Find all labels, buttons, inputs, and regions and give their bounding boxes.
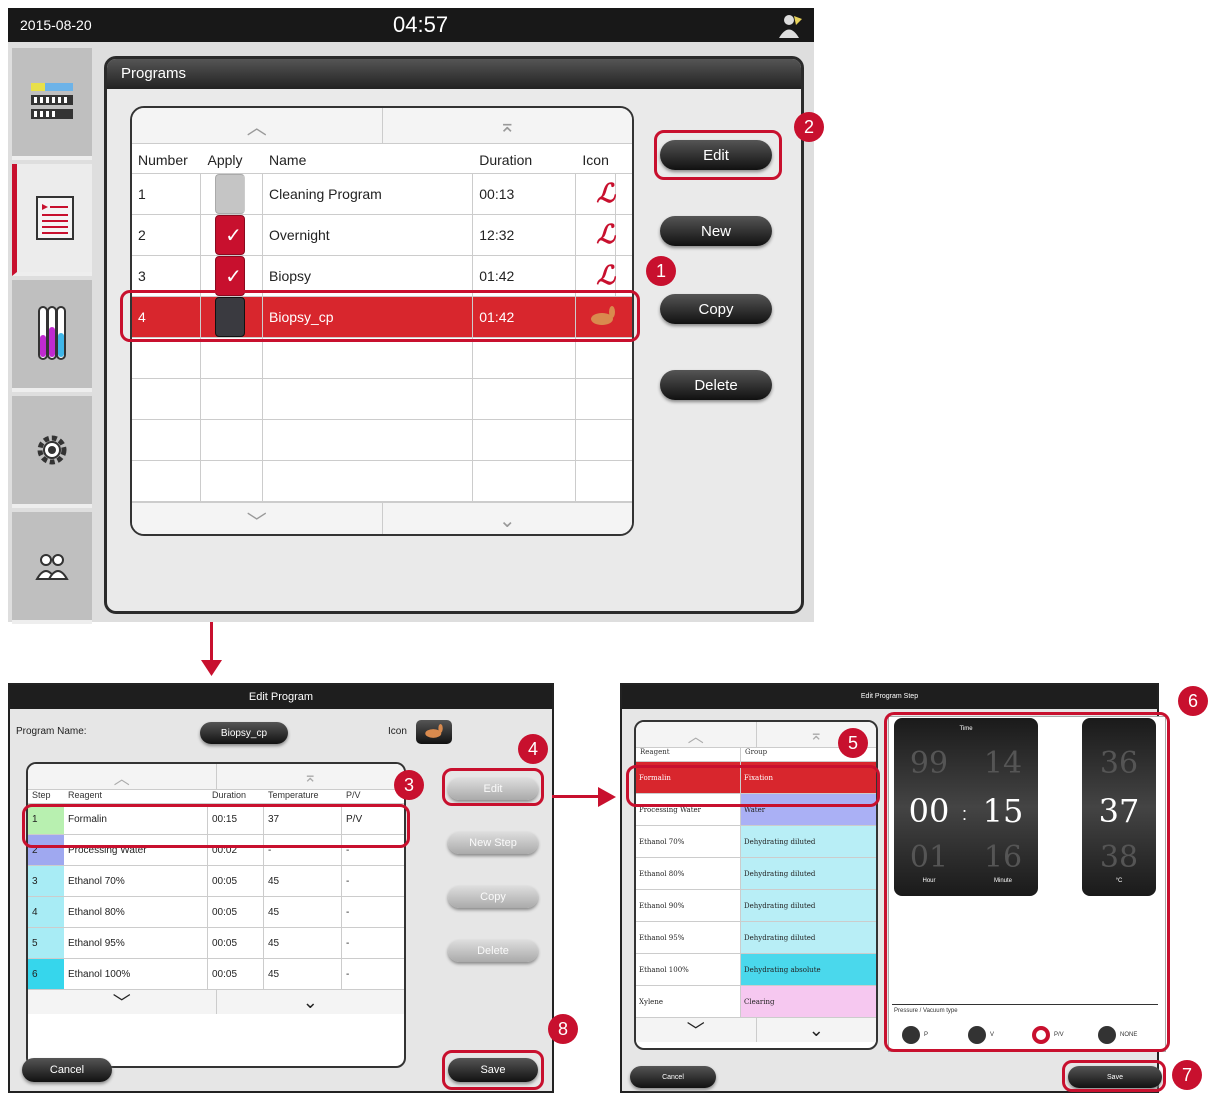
station-status-icon [31, 83, 73, 119]
reagent-bottles-icon [38, 306, 66, 360]
supervisor-user-icon[interactable] [774, 13, 804, 39]
tab-settings[interactable] [12, 396, 92, 508]
rabbit-icon [425, 724, 443, 738]
date-display: 2015-08-20 [20, 17, 92, 33]
clock-display: 04:57 [393, 12, 449, 37]
table-row[interactable]: Ethanol 100% Dehydrating absolute [636, 954, 876, 986]
table-row[interactable]: Xylene Clearing [636, 986, 876, 1018]
highlight-step-1 [22, 804, 410, 848]
tab-status[interactable] [12, 48, 92, 160]
user-group-icon [35, 554, 69, 580]
highlight-selected-program [120, 290, 640, 342]
tab-reagents[interactable] [12, 280, 92, 392]
new-button[interactable]: New [660, 216, 772, 246]
table-row[interactable]: 6 Ethanol 100% 00:05 45 - [28, 959, 404, 990]
apply-checkbox-checked[interactable]: ✓ [215, 215, 246, 255]
highlight-formalin [626, 765, 880, 807]
table-row[interactable]: Ethanol 95% Dehydrating diluted [636, 922, 876, 954]
new-step-button[interactable]: New Step [448, 832, 538, 854]
scroll-up-icon[interactable]: ︿ [132, 108, 382, 143]
panel-title: Programs [107, 59, 801, 89]
program-name-label: Program Name: [16, 726, 87, 737]
table-row[interactable]: 1 Cleaning Program 00:13 ℒ [132, 174, 632, 215]
table-row[interactable]: Ethanol 80% Dehydrating diluted [636, 858, 876, 890]
dialog-title: Edit Program Step [622, 685, 1157, 709]
callout-6: 6 [1178, 686, 1208, 716]
cancel-button[interactable]: Cancel [22, 1058, 112, 1082]
scroll-bottom-icon[interactable]: ⌄ [215, 990, 405, 1014]
program-name-field[interactable]: Biopsy_cp [200, 722, 288, 744]
table-row[interactable]: 3 Ethanol 70% 00:05 45 - [28, 866, 404, 897]
icon-picker-button[interactable] [416, 720, 452, 744]
table-header: Number Apply Name Duration Icon [132, 144, 632, 174]
arrow-head-right [598, 787, 616, 807]
delete-button[interactable]: Delete [660, 370, 772, 400]
flow-arrow-right [552, 795, 602, 798]
scroll-down-icon[interactable]: ﹀ [132, 503, 382, 534]
leica-logo-icon: ℒ [590, 215, 617, 255]
scroll-down-icon[interactable]: ﹀ [28, 990, 216, 1014]
table-header: Step Reagent Duration Temperature P/V [28, 790, 404, 804]
tab-programs[interactable] [12, 164, 92, 276]
sidebar [12, 48, 92, 624]
scroll-down-icon[interactable]: ﹀ [636, 1018, 756, 1042]
callout-4: 4 [518, 734, 548, 764]
highlight-save [442, 1050, 544, 1090]
scroll-top-icon[interactable]: ⌅ [215, 764, 405, 789]
scroll-bottom-icon[interactable]: ⌄ [381, 503, 633, 534]
highlight-step-save [1062, 1060, 1166, 1092]
callout-2: 2 [794, 112, 824, 142]
icon-label: Icon [388, 726, 407, 737]
leica-logo-icon: ℒ [590, 174, 617, 214]
callout-1: 1 [646, 256, 676, 286]
dialog-title: Edit Program [10, 685, 552, 709]
table-row[interactable]: Ethanol 70% Dehydrating diluted [636, 826, 876, 858]
highlight-settings [884, 712, 1170, 1052]
copy-step-button[interactable]: Copy [448, 886, 538, 908]
copy-button[interactable]: Copy [660, 294, 772, 324]
apply-checkbox[interactable] [215, 174, 246, 214]
table-row[interactable]: 5 Ethanol 95% 00:05 45 - [28, 928, 404, 959]
table-row[interactable]: Ethanol 90% Dehydrating diluted [636, 890, 876, 922]
program-list-icon [35, 196, 74, 240]
table-row[interactable]: 4 Ethanol 80% 00:05 45 - [28, 897, 404, 928]
gear-icon [37, 435, 67, 465]
callout-3: 3 [394, 770, 424, 800]
tab-user[interactable] [12, 512, 92, 624]
scroll-top-icon[interactable]: ⌅ [381, 108, 633, 143]
delete-step-button[interactable]: Delete [448, 940, 538, 962]
callout-5: 5 [838, 728, 868, 758]
scroll-up-icon[interactable]: ︿ [28, 764, 216, 789]
highlight-edit-button [654, 130, 782, 180]
scroll-up-icon[interactable]: ︿ [636, 722, 756, 747]
cancel-button[interactable]: Cancel [630, 1066, 716, 1088]
arrow-head-down [201, 660, 222, 676]
scroll-bottom-icon[interactable]: ⌄ [755, 1018, 877, 1042]
status-bar: 2015-08-20 04:57 [8, 8, 814, 42]
table-row[interactable]: 2 ✓ Overnight 12:32 ℒ [132, 215, 632, 256]
highlight-edit-step [442, 768, 544, 806]
callout-8: 8 [548, 1014, 578, 1044]
callout-7: 7 [1172, 1060, 1202, 1090]
